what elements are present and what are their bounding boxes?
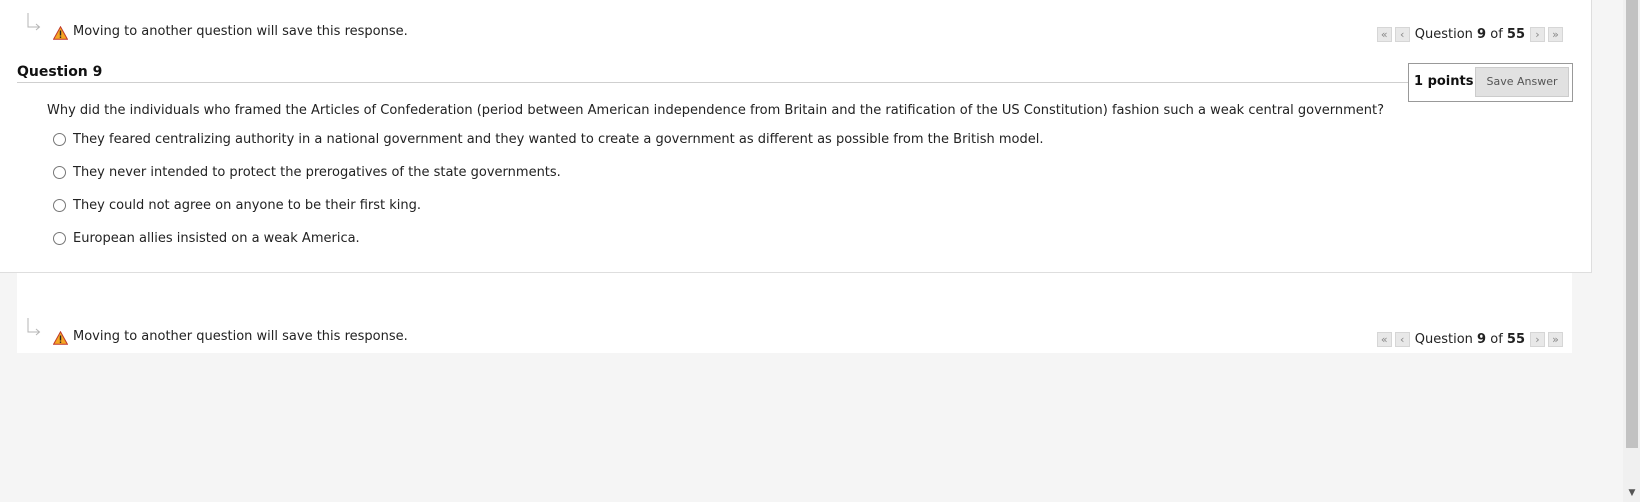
question-divider: [17, 82, 1409, 83]
warning-icon: [53, 331, 68, 345]
return-arrow-icon: [27, 318, 41, 336]
question-pager: « ‹ Question 9 of 55 › »: [1376, 330, 1566, 348]
save-answer-button[interactable]: Save Answer: [1475, 67, 1569, 97]
radio-button[interactable]: [53, 231, 66, 245]
pager-current: 9: [1477, 26, 1487, 42]
pager-prefix: Question: [1414, 26, 1473, 42]
question-title: Question 9: [17, 64, 103, 80]
answer-option[interactable]: They never intended to protect the prero…: [53, 163, 561, 181]
pager-label: Question 9 of 55: [1415, 332, 1525, 347]
pager-total: 55: [1506, 26, 1525, 42]
question-text: Why did the individuals who framed the A…: [47, 103, 1385, 118]
answer-option-label: They could not agree on anyone to be the…: [73, 197, 422, 213]
radio-button[interactable]: [53, 198, 66, 212]
double-chevron-left-icon[interactable]: «: [1376, 26, 1392, 42]
vertical-scrollbar[interactable]: ▼: [1623, 0, 1640, 502]
pager-total: 55: [1506, 331, 1525, 347]
radio-button[interactable]: [53, 165, 66, 179]
chevron-left-icon[interactable]: ‹: [1394, 331, 1410, 347]
double-chevron-right-icon[interactable]: »: [1548, 26, 1563, 42]
return-arrow-icon: [27, 13, 41, 31]
points-box: 1 points Save Answer: [1408, 63, 1573, 102]
warning-icon: [53, 26, 68, 40]
pager-label: Question 9 of 55: [1415, 27, 1525, 42]
answer-option[interactable]: They could not agree on anyone to be the…: [53, 196, 421, 214]
answer-option-label: They feared centralizing authority in a …: [73, 131, 1044, 147]
save-notice-text: Moving to another question will save thi…: [73, 24, 408, 39]
answer-option-label: They never intended to protect the prero…: [73, 164, 561, 180]
pager-of: of: [1490, 26, 1503, 42]
double-chevron-left-icon[interactable]: «: [1376, 331, 1392, 347]
answer-option-label: European allies insisted on a weak Ameri…: [73, 230, 360, 246]
chevron-right-icon[interactable]: ›: [1530, 331, 1545, 347]
radio-button[interactable]: [53, 132, 66, 146]
scrollbar-thumb[interactable]: [1626, 0, 1638, 448]
points-label: 1 points: [1414, 74, 1474, 89]
chevron-left-icon[interactable]: ‹: [1394, 26, 1410, 42]
scroll-down-arrow-icon[interactable]: ▼: [1626, 488, 1638, 500]
question-pager: « ‹ Question 9 of 55 › »: [1376, 25, 1566, 43]
answer-option[interactable]: European allies insisted on a weak Ameri…: [53, 229, 360, 247]
pager-current: 9: [1477, 331, 1487, 347]
top-nav-row: Moving to another question will save thi…: [0, 13, 1592, 47]
chevron-right-icon[interactable]: ›: [1530, 26, 1545, 42]
answer-option[interactable]: They feared centralizing authority in a …: [53, 130, 1044, 148]
bottom-nav-row: Moving to another question will save thi…: [0, 318, 1592, 352]
pager-prefix: Question: [1414, 331, 1473, 347]
save-notice-text: Moving to another question will save thi…: [73, 329, 408, 344]
double-chevron-right-icon[interactable]: »: [1548, 331, 1563, 347]
pager-of: of: [1490, 331, 1503, 347]
